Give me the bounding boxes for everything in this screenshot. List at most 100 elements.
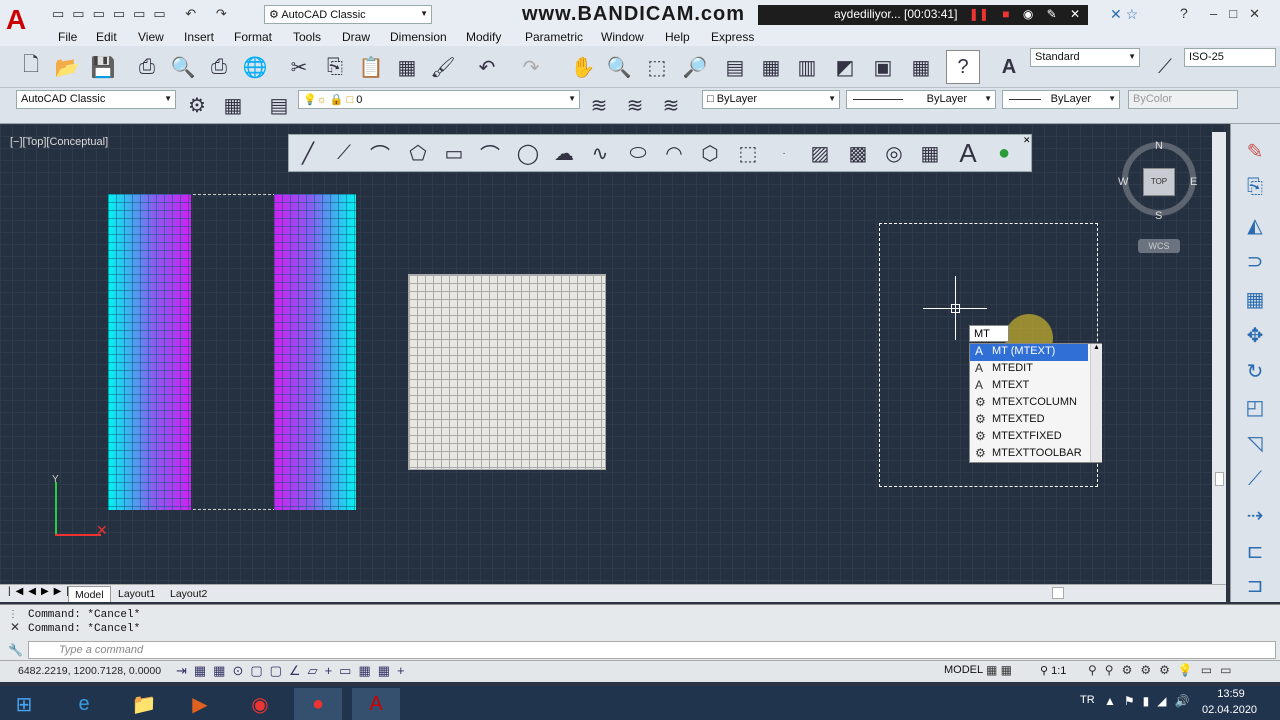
viewcube-north[interactable]: N [1155, 140, 1163, 152]
erase-icon[interactable]: ✎ [1239, 136, 1271, 166]
cmd-close-icon[interactable]: ✕ [10, 620, 20, 634]
polygon-icon[interactable]: ⬠ [401, 136, 435, 170]
multiline-text-icon[interactable]: A [951, 136, 985, 170]
extend-icon[interactable]: ⇢ [1239, 500, 1271, 530]
menu-express[interactable]: Express [711, 30, 754, 44]
undo-icon[interactable]: ↶ [470, 50, 504, 84]
paste-icon[interactable]: 📋 [354, 50, 388, 84]
revcloud-icon[interactable]: ☁ [547, 136, 581, 170]
cut-icon[interactable]: ✂ [282, 50, 316, 84]
design-center-icon[interactable]: ▦ [754, 50, 788, 84]
viewport-label[interactable]: [−][Top][Conceptual] [10, 136, 108, 148]
pan-icon[interactable]: ✋ [566, 50, 600, 84]
tab-nav-icons[interactable]: |◀◀▶▶| [8, 586, 74, 597]
command-input[interactable]: Type a command [28, 641, 1276, 659]
properties-icon[interactable]: ▤ [718, 50, 752, 84]
stop-icon[interactable]: ■ [1002, 7, 1009, 21]
workspace-selector[interactable]: ⚙ AutoCAD Classic ▼ [264, 5, 432, 24]
explorer-icon[interactable]: 📁 [120, 688, 168, 720]
vscroll-thumb[interactable] [1215, 472, 1224, 486]
web-icon[interactable]: 🌐 [238, 50, 272, 84]
autocomplete-item[interactable]: A MTEXT [970, 378, 1088, 395]
command-autocomplete-list[interactable]: A MT (MTEXT) A MTEDIT A MTEXT ⚙ MTEXTCOLUMN … [969, 343, 1102, 463]
point-icon[interactable]: · [767, 136, 801, 170]
workspace-settings-icon[interactable]: ⚙ [180, 88, 214, 122]
autocad-task-icon[interactable]: A [352, 688, 400, 720]
grid-hatch[interactable] [408, 274, 606, 470]
hscroll-thumb[interactable] [1052, 587, 1064, 599]
workspace-save-icon[interactable]: ▦ [216, 88, 250, 122]
line-icon[interactable]: ╱ [291, 136, 325, 170]
chrome-icon[interactable]: ◉ [236, 688, 284, 720]
text-style-combo[interactable]: Standard ▼ [1030, 48, 1140, 67]
circle-icon[interactable]: ◯ [511, 136, 545, 170]
make-block-icon[interactable]: ⬚ [731, 136, 765, 170]
cmd-grip-icon[interactable]: ⋮ [8, 609, 18, 620]
hatch-icon[interactable]: ▨ [803, 136, 837, 170]
language-indicator[interactable]: TR [1080, 694, 1095, 706]
menu-insert[interactable]: Insert [184, 30, 214, 44]
stretch-icon[interactable]: ◹ [1239, 428, 1271, 458]
menu-format[interactable]: Format [234, 30, 272, 44]
menu-modify[interactable]: Modify [466, 30, 501, 44]
clock-date[interactable]: 02.04.2020 [1202, 704, 1257, 716]
coordinates[interactable]: 6482.2219, 1200.7128, 0.0000 [18, 665, 161, 677]
zoom-realtime-icon[interactable]: 🔍 [602, 50, 636, 84]
toolbar-close-icon[interactable]: ✕ [1023, 135, 1031, 146]
menu-window[interactable]: Window [601, 30, 644, 44]
zoom-previous-icon[interactable]: 🔎 [678, 50, 712, 84]
vertical-scrollbar[interactable] [1212, 132, 1226, 584]
brush-icon[interactable]: 🖌 [426, 50, 460, 84]
copy-icon[interactable]: ⎘ [318, 50, 352, 84]
status-tray-icons[interactable]: ⚲⚲⚙⚙⚙💡▭▭ [1088, 663, 1239, 677]
dim-style-icon[interactable]: ⟋ [1148, 50, 1182, 84]
menu-dimension[interactable]: Dimension [390, 30, 447, 44]
exchange-icon[interactable]: ✕ ☆ [1110, 6, 1138, 23]
viewcube-east[interactable]: E [1190, 176, 1197, 188]
tab-model[interactable]: Model [68, 586, 111, 602]
clock-time[interactable]: 13:59 [1216, 688, 1246, 700]
autocomplete-scrollbar[interactable]: ▲ [1090, 344, 1102, 462]
tab-layout2[interactable]: Layout2 [164, 586, 213, 602]
quick-access-icons[interactable]: ▭▭▭▭▭▭ ↶ ↷ [52, 6, 235, 22]
color-combo[interactable]: □ ByLayer ▼ [702, 90, 840, 109]
array-icon[interactable]: ▦ [1239, 284, 1271, 314]
media-icon[interactable]: ▶ [176, 688, 224, 720]
autocomplete-item[interactable]: A MTEDIT [970, 361, 1088, 378]
viewcube-south[interactable]: S [1155, 210, 1162, 222]
menu-help[interactable]: Help [665, 30, 690, 44]
match-icon[interactable]: ▦ [390, 50, 424, 84]
gradient-hatch-left[interactable] [108, 194, 191, 510]
menu-draw[interactable]: Draw [342, 30, 370, 44]
linetype-combo[interactable]: ByLayer ▼ [846, 90, 996, 109]
menu-parametric[interactable]: Parametric [525, 30, 583, 44]
spline-icon[interactable]: ∿ [583, 136, 617, 170]
region-icon[interactable]: ◎ [877, 136, 911, 170]
help-icon[interactable]: ? [1180, 5, 1188, 21]
gradient-icon[interactable]: ▩ [841, 136, 875, 170]
move-icon[interactable]: ✥ [1239, 320, 1271, 350]
ellipse-icon[interactable]: ⬭ [621, 136, 655, 170]
model-space-button[interactable]: MODEL [944, 664, 983, 676]
rectangle-icon[interactable]: ▭ [437, 136, 471, 170]
construction-line-icon[interactable]: ⟋ [327, 136, 361, 170]
menu-edit[interactable]: Edit [96, 30, 117, 44]
copy-object-icon[interactable]: ⎘ [1239, 172, 1271, 202]
open-icon[interactable]: 📂 [50, 50, 84, 84]
layer-combo[interactable]: 💡☼ 🔒 □ 0 ▼ [298, 90, 580, 109]
bandicam-icon[interactable]: ● [294, 688, 342, 720]
mirror-icon[interactable]: ◭ [1239, 210, 1271, 240]
tool-palettes-icon[interactable]: ▥ [790, 50, 824, 84]
sheetset-icon[interactable]: ◩ [828, 50, 862, 84]
start-icon[interactable]: ⊞ [0, 688, 48, 720]
add-selected-icon[interactable]: ● [987, 136, 1021, 170]
pen-icon[interactable]: ✎ [1047, 7, 1057, 21]
pause-icon[interactable]: ❚❚ [969, 7, 989, 21]
markup-icon[interactable]: ▣ [866, 50, 900, 84]
window-controls[interactable]: –□✕ [1210, 6, 1272, 22]
publish-icon[interactable]: ⎙ [202, 50, 236, 84]
text-style-icon[interactable]: A [992, 50, 1026, 84]
close-recording-icon[interactable]: ✕ [1070, 7, 1080, 21]
offset-icon[interactable]: ⊃ [1239, 246, 1271, 276]
autocomplete-item[interactable]: ⚙ MTEXTTOOLBAR [970, 446, 1088, 463]
